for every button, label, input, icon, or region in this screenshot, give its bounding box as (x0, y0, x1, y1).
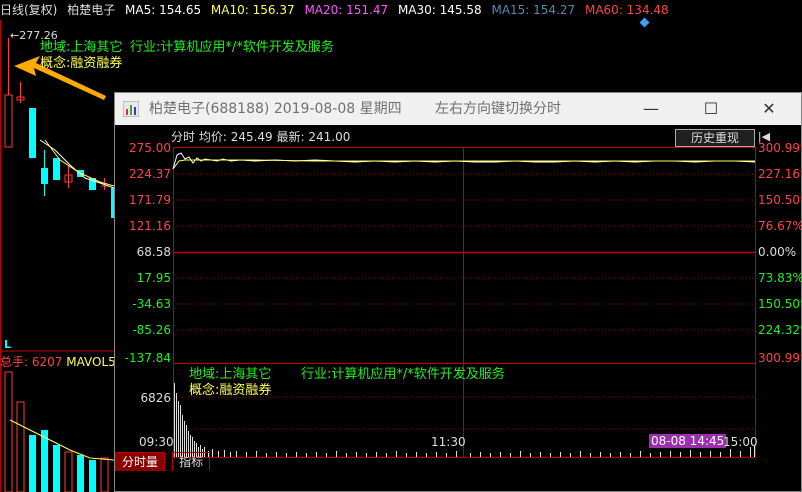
maximize-button[interactable]: ☐ (691, 93, 731, 125)
time-cursor: 08-08 14:45 (649, 434, 727, 448)
time-end: 15:00 (723, 435, 758, 449)
app-chart-icon (122, 100, 140, 118)
ma5-label: MA5: 154.65 (125, 3, 202, 17)
high-marker-icon: ← (10, 29, 20, 42)
candle (29, 108, 36, 158)
y-tick-left: 17.95 (136, 271, 171, 285)
bg-info-industry: 行业:计算机应用*/*软件开发及服务 (130, 40, 334, 55)
ma30-label: MA30: 145.58 (397, 3, 482, 17)
ma20-label: MA20: 151.47 (304, 3, 389, 17)
y-tick-right: 300.99% (758, 351, 802, 365)
close-button[interactable]: ✕ (749, 93, 789, 125)
candle (41, 168, 48, 184)
y-tick-right: 150.50% (758, 297, 802, 311)
indicator-tabs: 分时量 指标 (115, 451, 212, 471)
y-tick-left: 68.58 (136, 245, 171, 259)
y-tick-right: 150.50% (758, 193, 802, 207)
y-tick-left: -85.26 (132, 323, 171, 337)
y-tick-right: 300.99% (758, 141, 802, 155)
window-hint: 左右方向键切换分时 (435, 101, 561, 117)
ma10-label: MA10: 156.37 (210, 3, 295, 17)
time-mid: 11:30 (431, 435, 466, 449)
y-tick-left: 275.00 (129, 141, 171, 155)
volume-scale-label: 6826 (140, 391, 171, 405)
window-titlebar[interactable]: 柏楚电子(688188) 2019-08-08 星期四 左右方向键切换分时 — … (115, 93, 801, 125)
y-tick-right: 224.32% (758, 323, 802, 337)
ma15-label: MA15: 154.27 (491, 3, 576, 17)
tab-minute-volume[interactable]: 分时量 (115, 452, 166, 471)
y-tick-right: 73.83% (758, 271, 802, 285)
intraday-popup-window[interactable]: 柏楚电子(688188) 2019-08-08 星期四 左右方向键切换分时 — … (114, 92, 802, 492)
y-tick-left: 171.79 (129, 193, 171, 207)
chart-period-label: 日线(复权) (0, 3, 58, 17)
volume-legend: 总手: 6207 MAVOL5: (0, 354, 120, 370)
y-tick-left: -137.84 (124, 351, 171, 365)
time-start: 09:30 (139, 435, 174, 449)
y-tick-right: 76.67% (758, 219, 802, 233)
minimize-button[interactable]: — (631, 93, 671, 125)
ma-legend-bar: 日线(复权) 柏楚电子 MA5: 154.65 MA10: 156.37 MA2… (0, 0, 802, 20)
candle (4, 94, 13, 148)
mavol5-label: MAVOL5: (66, 355, 120, 369)
candle (53, 158, 60, 180)
popup-info-industry: 行业:计算机应用*/*软件开发及服务 (301, 367, 505, 382)
bg-info-concept: 概念:融资融券 (40, 56, 123, 71)
y-tick-left: -34.63 (132, 297, 171, 311)
tab-indicator[interactable]: 指标 (172, 452, 211, 471)
ma60-label: MA60: 134.48 (584, 3, 669, 17)
y-tick-left: 121.16 (129, 219, 171, 233)
popup-info-concept: 概念:融资融券 (189, 383, 272, 398)
y-tick-right: 227.16% (758, 167, 802, 181)
stock-name: 柏楚电子 (67, 3, 116, 17)
volume-total: 总手: 6207 (0, 355, 63, 369)
y-tick-left: 224.37 (129, 167, 171, 181)
window-title: 柏楚电子(688188) 2019-08-08 星期四 (149, 101, 402, 117)
ma5-line (39, 139, 115, 189)
low-marker: L (4, 338, 12, 351)
y-tick-right: 0.00% (758, 245, 797, 259)
